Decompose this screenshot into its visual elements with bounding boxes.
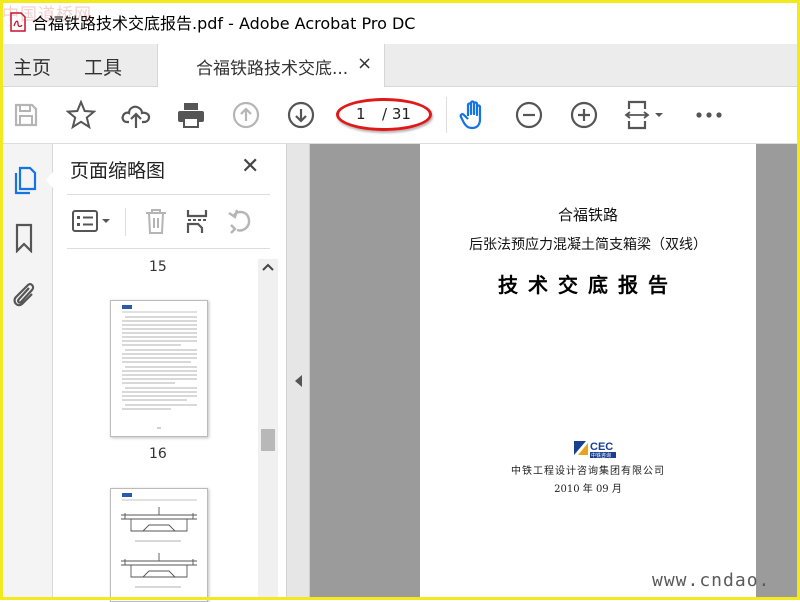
watermark-bottom: www.cndao. [652, 570, 771, 591]
trash-icon [146, 209, 166, 234]
left-navigation-rail [0, 144, 53, 600]
list-options-icon [72, 210, 110, 232]
page-thumbnail-15[interactable] [110, 300, 208, 437]
insert-page-icon [186, 210, 208, 233]
scrollbar-thumb[interactable] [261, 429, 275, 451]
page-thumbnail-16[interactable] [110, 488, 208, 602]
zoom-out-button[interactable] [513, 99, 545, 131]
doc-title: 技术交底报告 [498, 273, 678, 297]
bookmark-star-button[interactable] [65, 99, 97, 131]
close-panel-button[interactable]: ✕ [241, 154, 259, 179]
thumbnail-text-preview [122, 305, 197, 429]
zoom-in-button[interactable] [568, 99, 600, 131]
doc-date: 2010 年 09 月 [554, 484, 622, 495]
watermark-top: 中国道桥网 [2, 5, 92, 25]
bookmark-icon [15, 223, 33, 253]
thumbnails-icon [14, 166, 37, 195]
page-down-icon [287, 101, 315, 129]
panel-divider [67, 248, 270, 249]
hand-tool-button[interactable] [458, 99, 490, 131]
panel-divider [67, 194, 270, 195]
tools-tab[interactable]: 工具 [84, 53, 122, 80]
tab-bar: 主页 工具 [0, 44, 800, 87]
fit-page-icon [624, 100, 663, 130]
zoom-out-icon [515, 101, 543, 129]
page-thumbnails-button[interactable] [10, 164, 38, 196]
page-up-icon [232, 101, 260, 129]
save-icon [14, 103, 38, 127]
home-tab[interactable]: 主页 [13, 53, 51, 80]
close-tab-button[interactable]: × [357, 53, 372, 74]
rotate-icon [228, 209, 251, 234]
active-pointer [46, 172, 53, 188]
document-viewport[interactable]: 合福铁路 后张法预应力混凝土简支箱梁（双线） 技术交底报告 CEC 中铁咨询 中… [310, 144, 800, 600]
rotate-page-button[interactable] [225, 204, 255, 238]
paperclip-icon [13, 283, 35, 307]
pdf-page: 合福铁路 后张法预应力混凝土简支箱梁（双线） 技术交底报告 CEC 中铁咨询 中… [420, 144, 756, 600]
highlight-annotation-oval [336, 98, 432, 131]
star-icon [66, 100, 96, 130]
bookmarks-button[interactable] [10, 222, 38, 254]
doc-heading-line1: 合福铁路 [557, 206, 618, 224]
save-button[interactable] [10, 99, 42, 131]
doc-organization: 中铁工程设计咨询集团有限公司 [511, 466, 665, 477]
print-button[interactable] [175, 99, 207, 131]
next-page-button[interactable] [285, 99, 317, 131]
hand-icon [459, 100, 482, 130]
cloud-upload-icon [121, 105, 151, 128]
panel-collapse-strip[interactable] [287, 144, 310, 600]
document-tab-label: 合福铁路技术交底... [196, 59, 349, 79]
print-icon [178, 103, 204, 128]
insert-page-button[interactable] [183, 204, 213, 238]
scroll-up-icon[interactable] [262, 263, 274, 271]
panel-toolbar-divider [125, 208, 126, 236]
page-thumbnails-panel: 页面缩略图 ✕ 15 16 [53, 144, 287, 602]
thumbnail-drawing-preview [121, 493, 197, 588]
doc-heading-line2: 后张法预应力混凝土简支箱梁（双线） [469, 237, 707, 253]
panel-title: 页面缩略图 [70, 160, 166, 182]
more-tools-button[interactable] [693, 99, 725, 131]
more-icon [696, 112, 722, 118]
zoom-in-icon [570, 101, 598, 129]
toolbar-divider [446, 97, 447, 133]
thumbnails-scrollbar[interactable] [258, 259, 278, 600]
company-logo: CEC 中铁咨询 [572, 438, 622, 460]
collapse-left-icon[interactable] [293, 374, 303, 388]
logo-subtext: 中铁咨询 [591, 452, 611, 459]
document-tab[interactable]: 合福铁路技术交底... × [157, 44, 385, 87]
thumbnail-page-number: 16 [149, 446, 167, 462]
attachments-button[interactable] [10, 278, 38, 310]
logo-text: CEC [590, 441, 613, 453]
thumbnail-page-number: 15 [149, 259, 167, 275]
fit-page-button[interactable] [623, 99, 669, 131]
delete-pages-button[interactable] [141, 204, 171, 238]
cloud-upload-button[interactable] [120, 99, 152, 131]
window-titlebar: 合福铁路技术交底报告.pdf - Adobe Acrobat Pro DC [0, 0, 800, 44]
options-menu-button[interactable] [70, 204, 114, 238]
previous-page-button[interactable] [230, 99, 262, 131]
